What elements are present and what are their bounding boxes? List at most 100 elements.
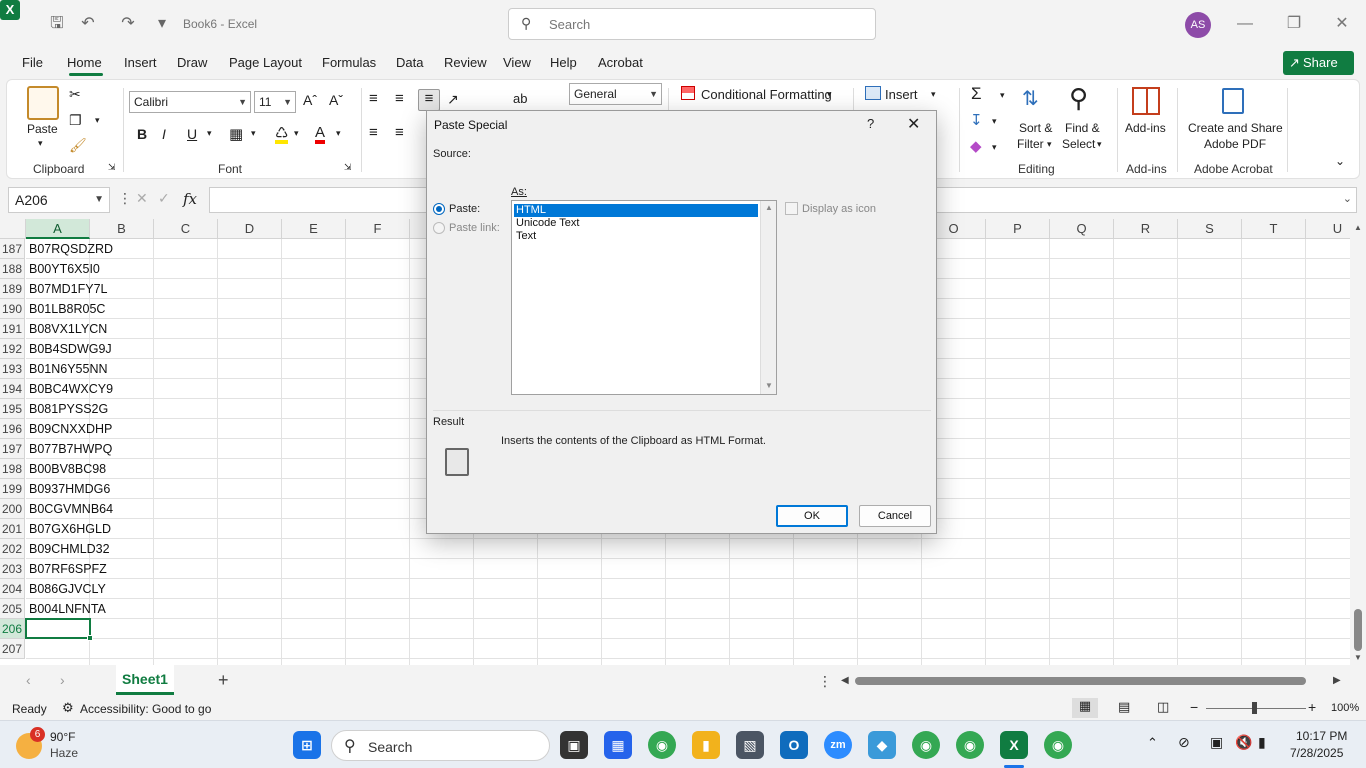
chrome-icon[interactable]: ◉ <box>648 731 676 759</box>
scroll-left-icon[interactable]: ◀ <box>841 675 849 686</box>
cell-a[interactable]: B086GJVCLY <box>26 579 154 599</box>
row-header[interactable]: 199 <box>0 479 25 499</box>
restore-icon[interactable]: ❐ <box>1282 12 1306 36</box>
dialog-close-icon[interactable]: ✕ <box>907 114 920 134</box>
align-top-icon[interactable]: ≡ <box>369 90 378 107</box>
column-header-c[interactable]: C <box>154 219 218 239</box>
search-input[interactable]: ⚲ Search <box>508 8 876 40</box>
cell-a[interactable]: B01LB8R05C <box>26 299 154 319</box>
cell-a[interactable]: B0CGVMNB64 <box>26 499 154 519</box>
sort-filter-dropdown-icon[interactable]: ▾ <box>1047 139 1052 150</box>
page-layout-view-icon[interactable]: ▤ <box>1118 699 1130 715</box>
row-header[interactable]: 205 <box>0 599 25 619</box>
find-select-label-2[interactable]: Select <box>1062 137 1095 151</box>
create-pdf-label-2[interactable]: Adobe PDF <box>1204 137 1266 151</box>
column-header-d[interactable]: D <box>218 219 282 239</box>
add-ins-button[interactable]: Add-ins <box>1125 121 1166 135</box>
cell-a[interactable]: B07GX6HGLD <box>26 519 154 539</box>
horizontal-scroll-thumb[interactable] <box>855 677 1306 685</box>
orientation-icon[interactable]: ↗ <box>447 91 459 108</box>
share-button[interactable]: ↗ Share <box>1283 51 1354 75</box>
app-diamond-icon[interactable]: ◆ <box>868 731 896 759</box>
cell-a[interactable]: B07RF6SPFZ <box>26 559 154 579</box>
align-left-icon[interactable]: ≡ <box>369 124 378 141</box>
tab-insert[interactable]: Insert <box>124 55 157 70</box>
scroll-up-icon[interactable]: ▲ <box>1354 223 1362 232</box>
sheet-bar-options-icon[interactable]: ⋮ <box>818 673 832 690</box>
copy-dropdown-icon[interactable]: ▾ <box>95 115 100 126</box>
row-header[interactable]: 197 <box>0 439 25 459</box>
next-sheet-icon[interactable]: › <box>60 672 65 688</box>
autosum-dropdown-icon[interactable]: ▾ <box>1000 90 1005 101</box>
volume-muted-icon[interactable]: 🔇 <box>1235 734 1252 751</box>
sheet-tab-sheet1[interactable]: Sheet1 <box>116 665 174 695</box>
undo-icon[interactable]: ↶ <box>78 14 98 34</box>
row-header[interactable]: 200 <box>0 499 25 519</box>
number-format-combo[interactable]: General ▼ <box>569 83 662 105</box>
column-header-u[interactable]: U <box>1306 219 1350 239</box>
fill-icon[interactable]: ↧ <box>970 111 983 129</box>
fill-dropdown-icon[interactable]: ▾ <box>992 116 997 127</box>
redo-icon[interactable]: ↷ <box>118 14 138 34</box>
task-view-icon[interactable]: ▣ <box>560 731 588 759</box>
cut-icon[interactable]: ✂ <box>69 86 81 103</box>
user-avatar[interactable]: AS <box>1185 12 1211 38</box>
sort-filter-label-1[interactable]: Sort & <box>1019 121 1052 135</box>
fill-color-dropdown-icon[interactable]: ▾ <box>294 128 299 139</box>
normal-view-icon[interactable]: ▦ <box>1072 698 1098 718</box>
cancel-button[interactable]: Cancel <box>859 505 931 527</box>
column-header-b[interactable]: B <box>90 219 154 239</box>
cell-a[interactable]: B09CNXXDHP <box>26 419 154 439</box>
cell-a[interactable] <box>26 639 154 659</box>
row-header[interactable]: 187 <box>0 239 25 259</box>
accessibility-status[interactable]: Accessibility: Good to go <box>80 702 211 716</box>
vertical-scroll-thumb[interactable] <box>1354 609 1362 651</box>
excel-taskbar-icon[interactable]: X <box>1000 731 1028 759</box>
autosum-icon[interactable]: Σ <box>971 84 982 104</box>
column-header-r[interactable]: R <box>1114 219 1178 239</box>
row-header[interactable]: 192 <box>0 339 25 359</box>
format-painter-icon[interactable]: 🖌 <box>69 137 87 154</box>
add-sheet-icon[interactable]: + <box>218 670 229 691</box>
cell-a[interactable]: B07RQSDZRD <box>26 239 154 259</box>
clipboard-launcher-icon[interactable]: ⇲ <box>108 162 116 173</box>
row-header[interactable]: 201 <box>0 519 25 539</box>
tab-draw[interactable]: Draw <box>177 55 207 70</box>
row-header[interactable]: 206 <box>0 619 25 639</box>
file-explorer-icon[interactable]: ▮ <box>692 731 720 759</box>
column-header-t[interactable]: T <box>1242 219 1306 239</box>
cancel-entry-icon[interactable]: ✕ <box>136 190 148 207</box>
list-scroll-down-icon[interactable]: ▼ <box>765 381 773 390</box>
row-header[interactable]: 191 <box>0 319 25 339</box>
cell-a[interactable]: B08VX1LYCN <box>26 319 154 339</box>
cell-a[interactable]: B077B7HWPQ <box>26 439 154 459</box>
list-scrollbar[interactable]: ▲ ▼ <box>760 201 776 394</box>
clear-icon[interactable]: ◆ <box>970 137 982 155</box>
taskbar-search-input[interactable]: ⚲ Search <box>331 730 550 761</box>
list-item-unicode-text[interactable]: Unicode Text <box>514 217 758 230</box>
list-item-text[interactable]: Text <box>514 230 758 243</box>
tab-acrobat[interactable]: Acrobat <box>598 55 643 70</box>
cell-a[interactable]: B081PYSS2G <box>26 399 154 419</box>
calculator-icon[interactable]: ▧ <box>736 731 764 759</box>
clock-time[interactable]: 10:17 PM <box>1296 729 1347 743</box>
create-pdf-label-1[interactable]: Create and Share <box>1188 121 1283 135</box>
show-hidden-icons-icon[interactable]: ⌃ <box>1147 735 1158 751</box>
scroll-right-icon[interactable]: ▶ <box>1333 675 1341 686</box>
align-center-icon[interactable]: ≡ <box>395 124 404 141</box>
column-header-q[interactable]: Q <box>1050 219 1114 239</box>
insert-function-button[interactable]: fx <box>183 190 197 208</box>
column-header-f[interactable]: F <box>346 219 410 239</box>
display-icon[interactable]: ▣ <box>1210 734 1223 751</box>
decrease-font-size-icon[interactable]: Aˇ <box>329 92 343 108</box>
name-box[interactable]: A206 ▼ <box>8 187 110 213</box>
cell-a[interactable]: B09CHMLD32 <box>26 539 154 559</box>
network-off-icon[interactable]: ⊘ <box>1178 734 1190 751</box>
column-header-s[interactable]: S <box>1178 219 1242 239</box>
vertical-scrollbar[interactable]: ▲ ▼ <box>1350 219 1366 665</box>
start-windows-icon[interactable]: ⊞ <box>293 731 321 759</box>
underline-dropdown-icon[interactable]: ▾ <box>207 128 212 139</box>
borders-dropdown-icon[interactable]: ▾ <box>251 128 256 139</box>
chrome-profile-3-icon[interactable]: ◉ <box>1044 731 1072 759</box>
paste-icon[interactable] <box>27 86 59 120</box>
